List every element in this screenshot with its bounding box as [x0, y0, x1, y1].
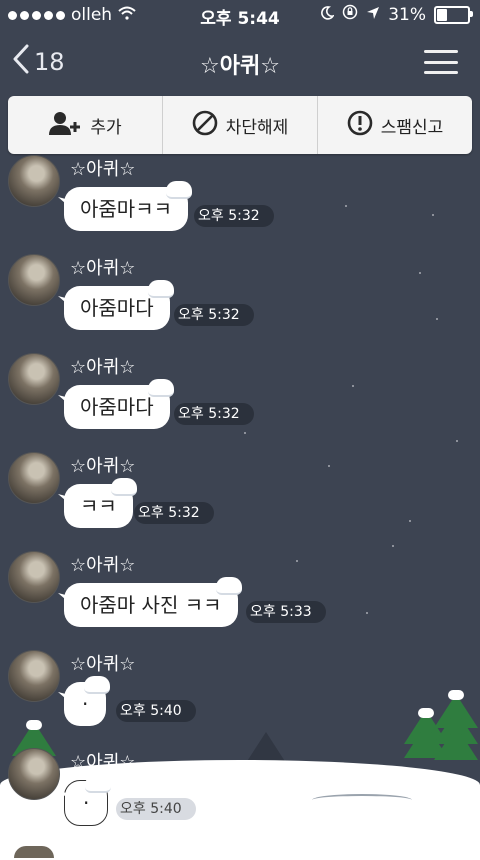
report-spam-button[interactable]: 스팸신고 [317, 96, 472, 154]
warning-icon [347, 110, 373, 141]
status-right: 31% [320, 4, 473, 25]
add-friend-label: 추가 [90, 117, 122, 138]
message-bubble[interactable]: · [64, 676, 111, 726]
chat-header: 18 ☆아퀴☆ [0, 30, 480, 94]
avatar[interactable] [8, 650, 60, 702]
report-spam-label: 스팸신고 [380, 117, 444, 138]
message-text: · [83, 791, 90, 815]
message-text: ㅋㅋ [80, 494, 117, 518]
message-time: 오후 5:32 [174, 403, 254, 425]
battery-percent: 31% [388, 4, 426, 25]
battery-icon [434, 5, 473, 24]
avatar[interactable] [8, 353, 60, 405]
message-text: 아줌마 사진 ㅋㅋ [80, 593, 222, 617]
unblock-label: 차단해제 [225, 117, 289, 138]
message: ☆아퀴☆ 아줌마다 오후 5:32 [0, 353, 480, 449]
avatar[interactable] [8, 452, 60, 504]
add-friend-icon [48, 110, 82, 141]
message-bubble[interactable]: · [64, 775, 112, 826]
unblock-button[interactable]: 차단해제 [162, 96, 317, 154]
message-bubble[interactable]: 아줌마다 [64, 280, 174, 330]
message-bubble[interactable]: 아줌마ㅋㅋ [64, 181, 192, 231]
message-time: 오후 5:33 [246, 601, 326, 623]
moon-icon [320, 5, 335, 25]
message-time: 오후 5:32 [174, 304, 254, 326]
message-text: 아줌마다 [80, 296, 154, 320]
avatar[interactable] [8, 155, 60, 207]
message-bubble[interactable]: 아줌마다 [64, 379, 174, 429]
message: ☆아퀴☆ ㅋㅋ 오후 5:32 [0, 452, 480, 548]
sender-name: ☆아퀴☆ [70, 357, 136, 378]
sender-name: ☆아퀴☆ [70, 456, 136, 477]
message-text: 아줌마다 [80, 395, 154, 419]
message-text: 아줌마ㅋㅋ [80, 197, 172, 221]
avatar[interactable] [8, 551, 60, 603]
avatar[interactable] [8, 748, 60, 800]
message: ☆아퀴☆ 아줌마 사진 ㅋㅋ 오후 5:33 [0, 551, 480, 647]
message-time: 오후 5:40 [116, 798, 196, 820]
message: ☆아퀴☆ · 오후 5:40 [0, 650, 480, 746]
avatar [14, 846, 54, 858]
sender-name: ☆아퀴☆ [70, 159, 136, 180]
message-time: 오후 5:32 [194, 205, 274, 227]
message: ☆아퀴☆ 아줌마다 오후 5:32 [0, 254, 480, 350]
message-bubble[interactable]: 아줌마 사진 ㅋㅋ [64, 577, 242, 627]
avatar[interactable] [8, 254, 60, 306]
chat-title: ☆아퀴☆ [200, 54, 280, 79]
block-icon [192, 110, 218, 141]
location-icon [366, 5, 380, 25]
rotation-lock-icon [342, 4, 358, 25]
menu-icon[interactable] [424, 50, 458, 74]
friend-action-bar: 추가 차단해제 스팸신고 [8, 96, 472, 154]
message-text: · [82, 692, 89, 716]
sender-name: ☆아퀴☆ [70, 752, 136, 773]
sender-name: ☆아퀴☆ [70, 555, 136, 576]
sender-name: ☆아퀴☆ [70, 654, 136, 675]
message-bubble[interactable]: ㅋㅋ [64, 478, 137, 528]
message-time: 오후 5:32 [134, 502, 214, 524]
add-friend-button[interactable]: 추가 [8, 96, 162, 154]
sender-name: ☆아퀴☆ [70, 258, 136, 279]
message: ☆아퀴☆ 아줌마ㅋㅋ 오후 5:32 [0, 155, 480, 251]
message: ☆아퀴☆ · 오후 5:40 [0, 748, 480, 844]
message-time: 오후 5:40 [116, 700, 196, 722]
status-bar: olleh 오후 5:44 31% [0, 0, 480, 30]
